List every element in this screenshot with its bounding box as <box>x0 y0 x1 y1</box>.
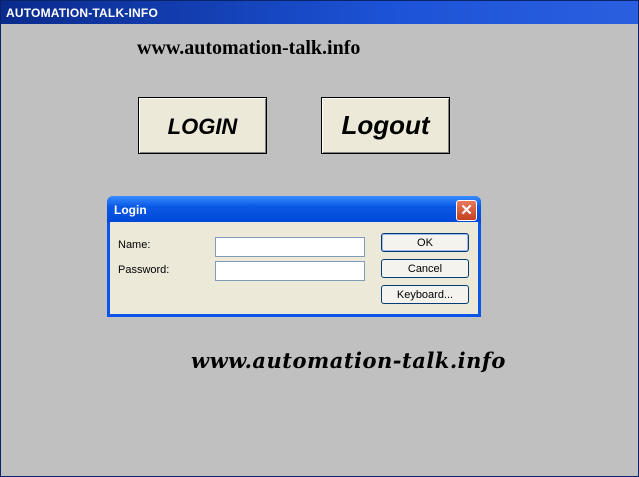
dialog-title: Login <box>114 203 147 217</box>
ok-button-label: OK <box>417 236 433 249</box>
header-url-text: www.automation-talk.info <box>137 37 361 59</box>
cancel-button[interactable]: Cancel <box>381 259 469 278</box>
logout-button[interactable]: Logout <box>321 97 450 154</box>
footer-url-text: www.automation-talk.info <box>191 348 506 373</box>
name-label: Name: <box>118 239 151 251</box>
close-icon: ✕ <box>460 202 473 219</box>
logout-button-label: Logout <box>341 110 430 140</box>
keyboard-button-label: Keyboard... <box>396 288 454 301</box>
password-input[interactable] <box>215 261 365 281</box>
login-button[interactable]: LOGIN <box>138 97 267 154</box>
ok-button[interactable]: OK <box>381 233 469 252</box>
keyboard-button[interactable]: Keyboard... <box>381 285 469 304</box>
password-label: Password: <box>118 264 170 276</box>
login-button-label: LOGIN <box>167 113 238 139</box>
cancel-button-label: Cancel <box>407 262 443 275</box>
login-dialog: Login ✕ Name: Password: OK Cancel Keyboa… <box>107 196 481 317</box>
window-title: AUTOMATION-TALK-INFO <box>6 6 158 20</box>
main-window: AUTOMATION-TALK-INFO www.automation-talk… <box>0 0 639 477</box>
name-input[interactable] <box>215 237 365 257</box>
dialog-titlebar[interactable]: Login ✕ <box>107 196 481 222</box>
close-button[interactable]: ✕ <box>456 200 477 221</box>
window-titlebar[interactable]: AUTOMATION-TALK-INFO <box>1 1 638 24</box>
